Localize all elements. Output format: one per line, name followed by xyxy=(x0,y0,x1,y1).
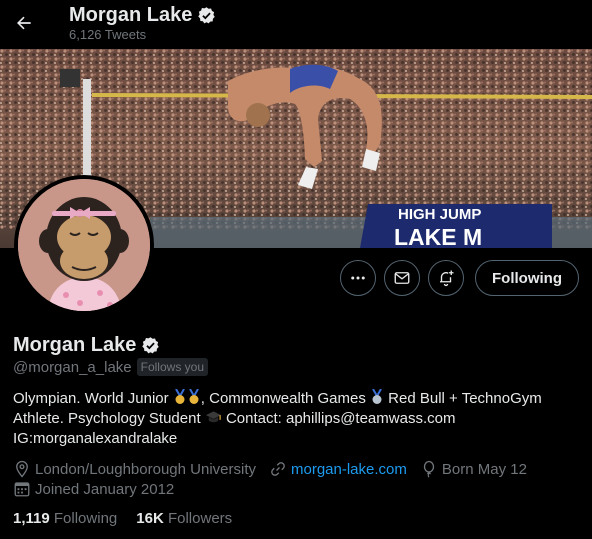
calendar-icon xyxy=(14,482,30,497)
follow-stats: 1,119 Following 16K Followers xyxy=(13,510,251,527)
follows-you-badge: Follows you xyxy=(136,358,208,376)
bio-text-5: Contact: aphillips@teamwass.com xyxy=(221,410,456,427)
following-label: Following xyxy=(53,510,118,527)
profile-name: Morgan Lake xyxy=(13,334,160,357)
bio-text-1: Olympian. World Junior xyxy=(13,390,173,407)
mail-icon xyxy=(394,272,410,284)
notifications-button[interactable] xyxy=(428,260,465,296)
header-title: Morgan Lake xyxy=(69,4,216,27)
bio-text-4: Athlete. Psychology Student xyxy=(13,410,205,427)
header-name: Morgan Lake xyxy=(69,4,193,26)
following-stat[interactable]: 1,119 Following xyxy=(13,510,117,527)
link-icon xyxy=(271,462,285,476)
followers-count: 16K xyxy=(136,510,164,527)
location-item: London/Loughborough University xyxy=(13,460,256,478)
followers-label: Followers xyxy=(167,510,233,527)
joined-item: Joined January 2012 xyxy=(13,480,174,498)
profile-bio: Olympian. World Junior , Commonwealth Ga… xyxy=(13,389,583,449)
verified-badge-icon xyxy=(142,337,160,354)
ape-avatar-image xyxy=(18,179,150,311)
verified-badge-icon xyxy=(198,7,216,24)
followers-stat[interactable]: 16K Followers xyxy=(136,510,232,527)
tweet-count: 6,126 Tweets xyxy=(69,27,147,42)
banner-sign-line1: HIGH JUMP xyxy=(398,206,481,223)
balloon-icon xyxy=(423,460,435,478)
profile-meta: London/Loughborough University morgan-la… xyxy=(13,460,540,478)
website-item: morgan-lake.com xyxy=(269,460,407,478)
avatar[interactable] xyxy=(14,175,154,315)
message-button[interactable] xyxy=(384,260,421,296)
profile-meta-joined: Joined January 2012 xyxy=(13,480,187,498)
profile-handle: @morgan_a_lake xyxy=(13,358,132,376)
silver-medal-icon xyxy=(372,389,382,404)
birthday-text: Born May 12 xyxy=(441,460,527,478)
arrow-left-icon xyxy=(17,16,31,30)
following-button[interactable]: Following xyxy=(475,260,579,296)
more-button[interactable] xyxy=(340,260,377,296)
banner-sign-line2: LAKE M xyxy=(394,224,482,248)
birthday-item: Born May 12 xyxy=(420,460,527,478)
bio-text-6: IG:morganalexandralake xyxy=(13,430,178,447)
joined-text: Joined January 2012 xyxy=(35,480,175,498)
handle-row: @morgan_a_lake Follows you xyxy=(13,358,208,376)
back-button[interactable] xyxy=(10,9,38,37)
graduation-cap-icon xyxy=(205,411,221,423)
following-count: 1,119 xyxy=(13,510,50,527)
top-bar: Morgan Lake 6,126 Tweets xyxy=(0,0,592,49)
more-icon xyxy=(351,276,365,280)
bio-text-3: Red Bull + TechnoGym xyxy=(384,390,542,407)
bio-text-2: , Commonwealth Games xyxy=(200,390,371,407)
bell-plus-icon xyxy=(440,270,454,287)
profile-display-name: Morgan Lake xyxy=(13,334,137,356)
profile-actions: Following xyxy=(340,260,579,296)
location-text: London/Loughborough University xyxy=(35,460,256,478)
website-link[interactable]: morgan-lake.com xyxy=(291,461,407,478)
gold-medal-icon xyxy=(174,389,185,404)
gold-medal-icon xyxy=(188,389,199,404)
location-pin-icon xyxy=(16,460,28,478)
